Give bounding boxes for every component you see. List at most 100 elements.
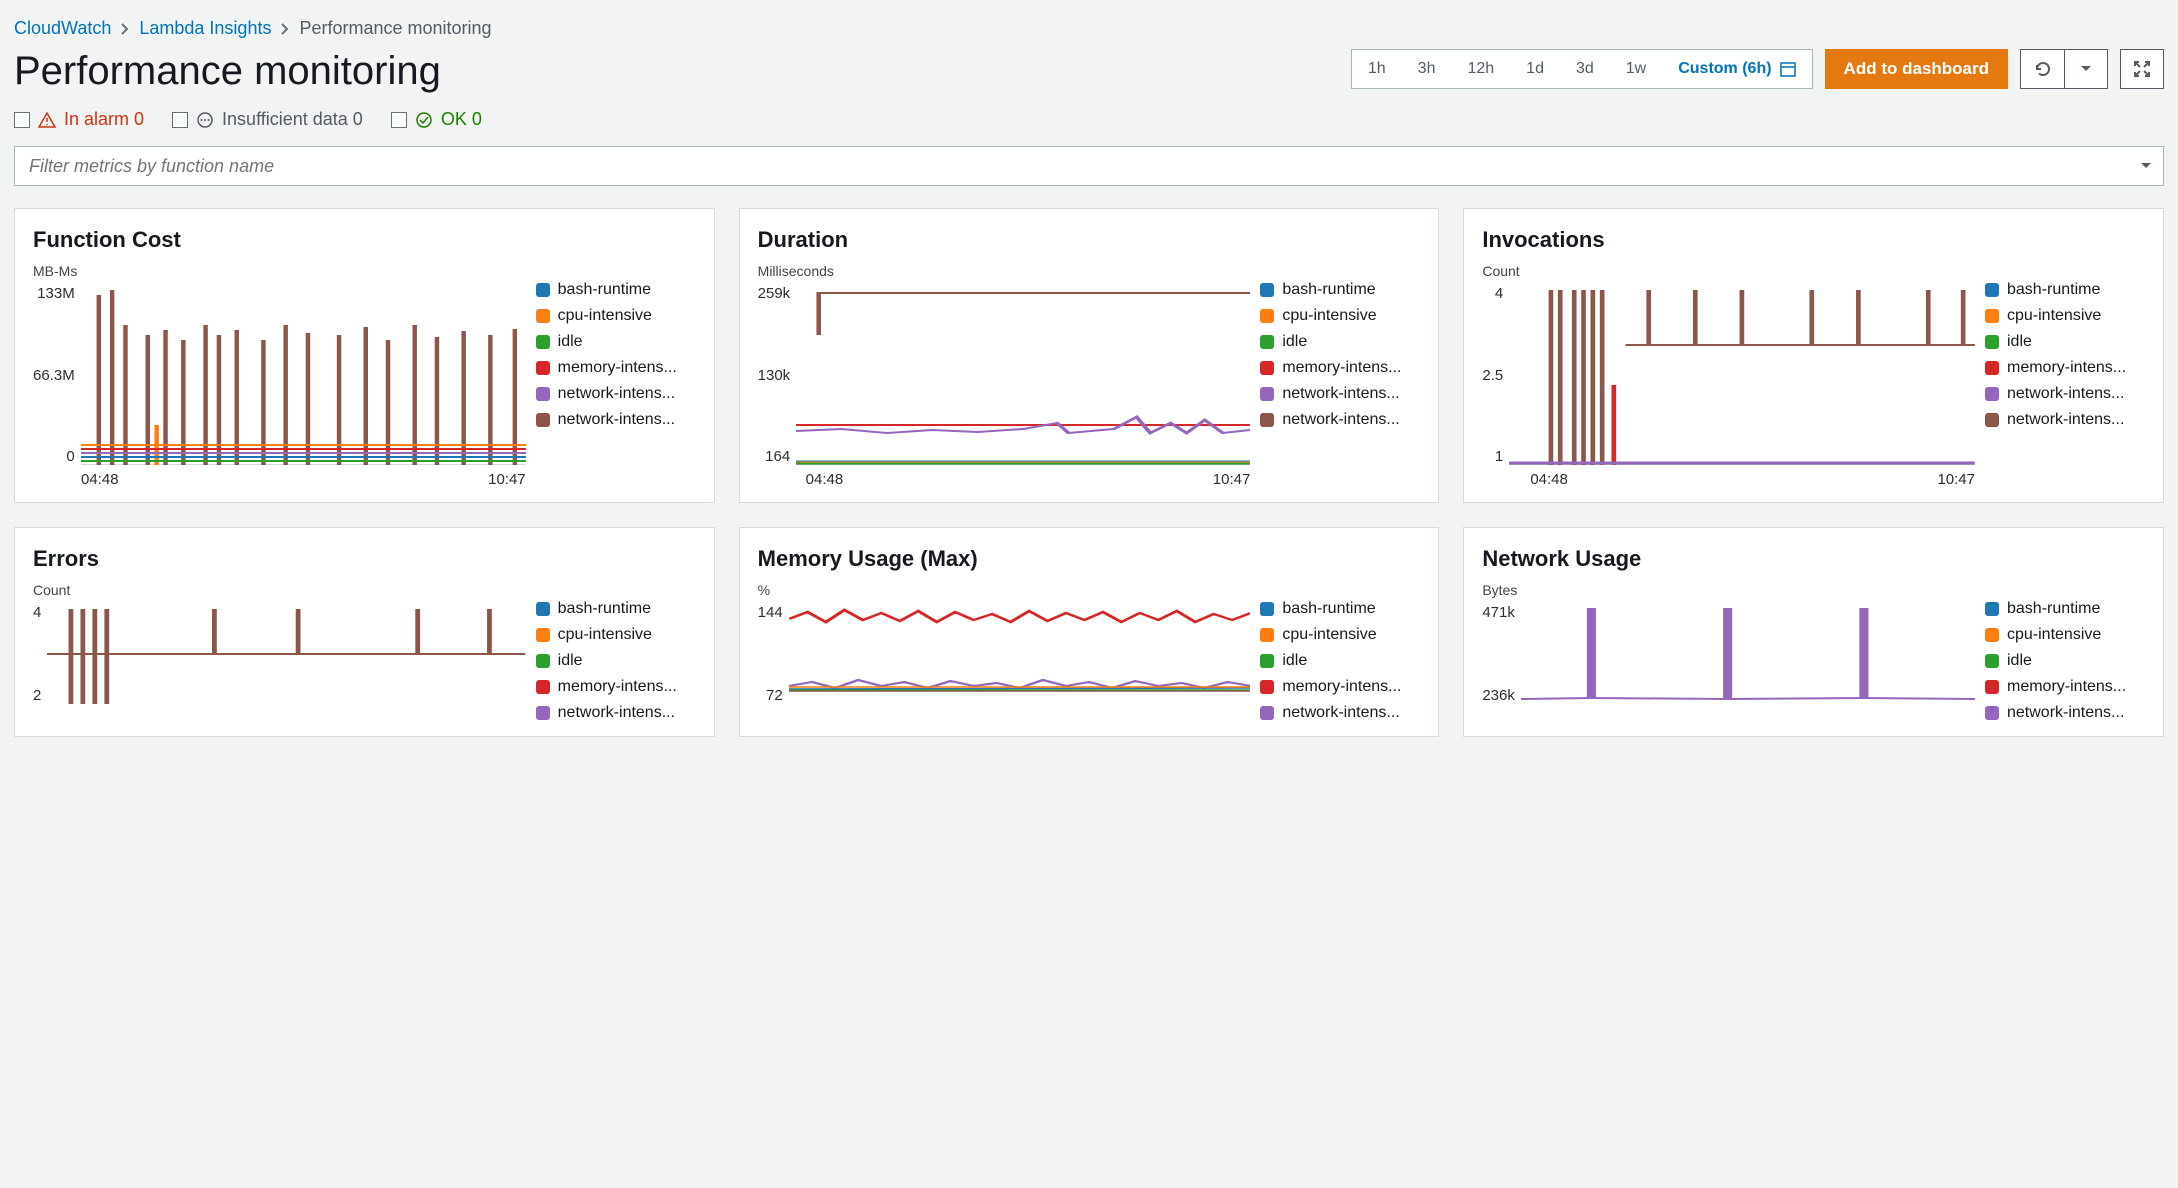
chart-title: Duration (758, 227, 1421, 253)
filter-in-alarm[interactable]: In alarm 0 (14, 109, 144, 130)
chart-legend: bash-runtime cpu-intensive idle memory-inte… (1260, 582, 1420, 722)
filter-insufficient[interactable]: Insufficient data 0 (172, 109, 363, 130)
legend-item[interactable]: memory-intens... (1985, 359, 2145, 377)
legend-item[interactable]: cpu-intensive (536, 626, 696, 644)
time-range-1d[interactable]: 1d (1510, 50, 1560, 88)
legend-item[interactable]: bash-runtime (1260, 281, 1420, 299)
legend-item[interactable]: bash-runtime (1985, 600, 2145, 618)
add-to-dashboard-button[interactable]: Add to dashboard (1825, 49, 2008, 89)
chart-legend: bash-runtime cpu-intensive idle memory-inte… (536, 263, 696, 488)
filter-ok[interactable]: OK 0 (391, 109, 482, 130)
legend-item[interactable]: idle (1260, 652, 1420, 670)
checkbox[interactable] (172, 112, 188, 128)
chart-legend: bash-runtime cpu-intensive idle memory-inte… (1985, 582, 2145, 722)
legend-item[interactable]: cpu-intensive (1985, 626, 2145, 644)
legend-item[interactable]: network-intens... (1260, 385, 1420, 403)
time-range-12h[interactable]: 12h (1451, 50, 1510, 88)
legend-swatch (1985, 628, 1999, 642)
legend-item[interactable]: bash-runtime (536, 600, 696, 618)
legend-label: network-intens... (1282, 704, 1399, 722)
breadcrumb-cloudwatch[interactable]: CloudWatch (14, 18, 111, 39)
calendar-icon (1780, 61, 1796, 77)
legend-item[interactable]: network-intens... (536, 704, 696, 722)
chevron-right-icon (281, 23, 289, 35)
legend-swatch (1985, 602, 1999, 616)
legend-label: cpu-intensive (2007, 626, 2101, 644)
legend-item[interactable]: network-intens... (536, 411, 696, 429)
legend-item[interactable]: cpu-intensive (1985, 307, 2145, 325)
legend-item[interactable]: cpu-intensive (1260, 626, 1420, 644)
y-axis: 133M 66.3M 0 (33, 285, 81, 465)
legend-label: idle (1282, 333, 1307, 351)
chart-plot (796, 285, 1250, 465)
legend-item[interactable]: bash-runtime (1985, 281, 2145, 299)
filter-in-alarm-label: In alarm 0 (64, 109, 144, 130)
chart-plot (1521, 604, 1975, 704)
legend-item[interactable]: memory-intens... (1260, 678, 1420, 696)
legend-item[interactable]: cpu-intensive (536, 307, 696, 325)
chart-network-usage[interactable]: Network Usage Bytes 471k 236k (1463, 527, 2164, 737)
legend-label: cpu-intensive (1282, 307, 1376, 325)
chart-function-cost[interactable]: Function Cost MB-Ms 133M 66.3M 0 (14, 208, 715, 503)
legend-label: network-intens... (558, 411, 675, 429)
refresh-icon (2034, 60, 2052, 78)
legend-item[interactable]: network-intens... (1260, 704, 1420, 722)
time-range-3h[interactable]: 3h (1402, 50, 1452, 88)
legend-item[interactable]: idle (536, 333, 696, 351)
time-range-1w[interactable]: 1w (1610, 50, 1662, 88)
chart-unit: MB-Ms (33, 263, 526, 279)
chart-errors[interactable]: Errors Count 4 2 (14, 527, 715, 737)
legend-item[interactable]: memory-intens... (536, 359, 696, 377)
refresh-dropdown-button[interactable] (2064, 49, 2108, 89)
insufficient-circle-icon (196, 111, 214, 129)
time-range-picker: 1h 3h 12h 1d 3d 1w Custom (6h) (1351, 49, 1813, 89)
time-range-1h[interactable]: 1h (1352, 50, 1402, 88)
legend-item[interactable]: bash-runtime (536, 281, 696, 299)
chart-duration[interactable]: Duration Milliseconds 259k 130k 164 (739, 208, 1440, 503)
legend-item[interactable]: memory-intens... (1260, 359, 1420, 377)
chart-title: Memory Usage (Max) (758, 546, 1421, 572)
legend-item[interactable]: network-intens... (536, 385, 696, 403)
legend-item[interactable]: bash-runtime (1260, 600, 1420, 618)
refresh-button[interactable] (2020, 49, 2064, 89)
legend-swatch (1985, 335, 1999, 349)
chart-invocations[interactable]: Invocations Count 4 2.5 1 (1463, 208, 2164, 503)
filter-metrics-input[interactable] (14, 146, 2164, 186)
legend-swatch (536, 361, 550, 375)
legend-swatch (536, 706, 550, 720)
legend-swatch (1260, 680, 1274, 694)
legend-item[interactable]: idle (1985, 652, 2145, 670)
legend-item[interactable]: memory-intens... (536, 678, 696, 696)
legend-label: bash-runtime (1282, 600, 1375, 618)
legend-item[interactable]: network-intens... (1985, 411, 2145, 429)
legend-item[interactable]: network-intens... (1260, 411, 1420, 429)
legend-swatch (536, 628, 550, 642)
legend-item[interactable]: idle (536, 652, 696, 670)
caret-down-icon[interactable] (2140, 162, 2152, 170)
legend-label: network-intens... (1282, 411, 1399, 429)
chart-memory-usage[interactable]: Memory Usage (Max) % 144 72 (739, 527, 1440, 737)
checkbox[interactable] (14, 112, 30, 128)
legend-label: network-intens... (2007, 385, 2124, 403)
legend-item[interactable]: network-intens... (1985, 704, 2145, 722)
legend-item[interactable]: memory-intens... (1985, 678, 2145, 696)
legend-swatch (536, 654, 550, 668)
breadcrumb-lambda-insights[interactable]: Lambda Insights (139, 18, 271, 39)
legend-label: bash-runtime (1282, 281, 1375, 299)
chart-unit: Count (1482, 263, 1975, 279)
legend-item[interactable]: idle (1985, 333, 2145, 351)
legend-swatch (1985, 680, 1999, 694)
time-range-custom[interactable]: Custom (6h) (1662, 50, 1811, 88)
y-axis: 471k 236k (1482, 604, 1521, 704)
legend-swatch (1985, 387, 1999, 401)
legend-item[interactable]: network-intens... (1985, 385, 2145, 403)
legend-item[interactable]: idle (1260, 333, 1420, 351)
legend-label: idle (558, 333, 583, 351)
legend-item[interactable]: cpu-intensive (1260, 307, 1420, 325)
chart-plot (789, 604, 1251, 704)
legend-label: cpu-intensive (558, 626, 652, 644)
legend-swatch (1260, 387, 1274, 401)
checkbox[interactable] (391, 112, 407, 128)
time-range-3d[interactable]: 3d (1560, 50, 1610, 88)
fullscreen-button[interactable] (2120, 49, 2164, 89)
